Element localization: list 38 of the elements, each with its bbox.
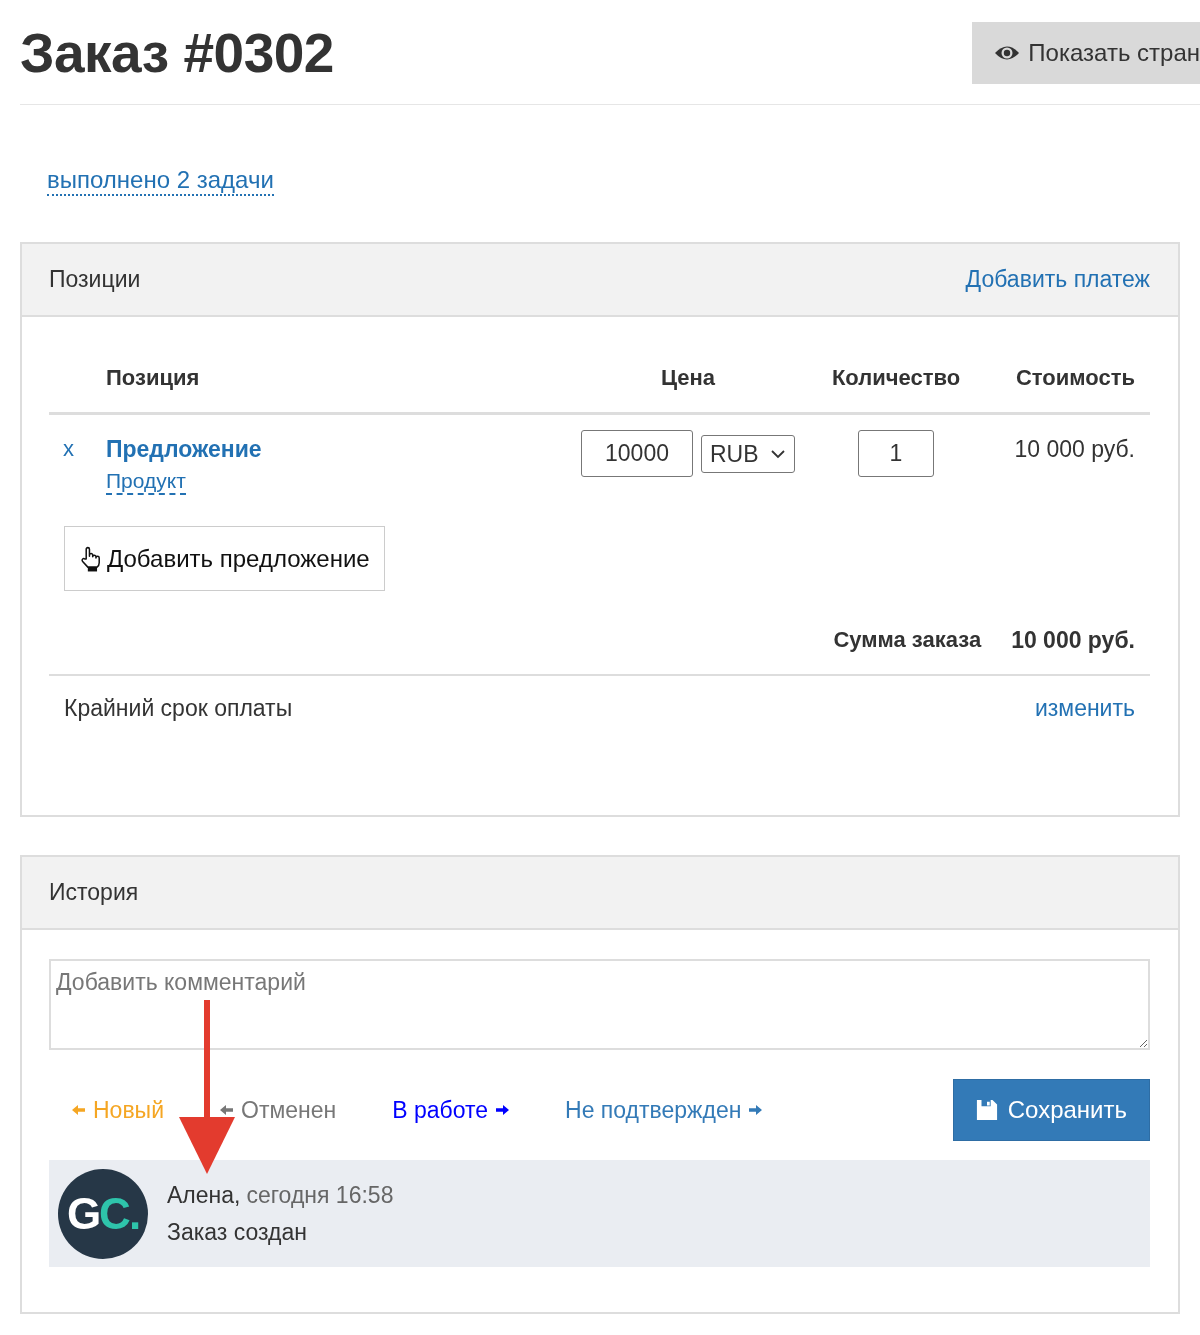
status-link[interactable]: Не подтвержден xyxy=(565,1096,763,1124)
column-header: Позиция xyxy=(106,365,201,391)
item-name-link[interactable]: Предложение xyxy=(106,436,262,462)
remove-link[interactable]: x xyxy=(63,436,74,462)
add-offer-button[interactable]: Добавить предложение xyxy=(64,526,385,591)
panel-title: Позиции xyxy=(49,266,141,293)
eye-icon xyxy=(994,44,1021,62)
total-label: Сумма заказа xyxy=(833,626,982,654)
total-value: 10 000 руб. xyxy=(1011,626,1135,654)
comment-time: сегодня 16:58 xyxy=(246,1182,394,1208)
comment-text: Заказ создан xyxy=(167,1219,308,1245)
status-link[interactable]: В работе xyxy=(392,1096,510,1124)
column-header: Стоимость xyxy=(1015,365,1136,391)
tasks-link[interactable]: выполнено 2 задачи xyxy=(47,166,274,196)
page-title: Заказ #0302 xyxy=(20,22,334,84)
change-link[interactable]: изменить xyxy=(1034,694,1135,722)
comment-field[interactable]: Добавить комментарий xyxy=(49,959,1150,1050)
price-input[interactable]: 10000 xyxy=(581,430,693,477)
pointing-hand-icon xyxy=(79,545,101,572)
deadline-label: Крайний срок оплаты xyxy=(64,694,293,722)
column-header: Цена xyxy=(659,365,717,391)
cost-value: 10 000 руб. xyxy=(1014,436,1135,462)
quantity-input[interactable]: 1 xyxy=(858,430,934,477)
item-type-link[interactable]: Продукт xyxy=(106,469,186,495)
status-link[interactable]: Отменен xyxy=(220,1096,337,1124)
right-arrow-icon xyxy=(496,1105,510,1115)
add-payment-link[interactable]: Добавить платеж xyxy=(965,266,1150,293)
show-page-button[interactable]: Показать стран xyxy=(972,22,1200,84)
comment-author: Алена, xyxy=(167,1182,241,1208)
currency-select[interactable]: RUB xyxy=(701,435,795,473)
panel-title: История xyxy=(49,879,139,906)
column-header: Количество xyxy=(830,365,962,391)
caret-icon xyxy=(770,449,786,459)
left-arrow-icon xyxy=(72,1105,85,1115)
right-arrow-icon xyxy=(749,1105,763,1115)
left-arrow-icon xyxy=(220,1105,233,1115)
save-button[interactable]: Сохранить xyxy=(952,1079,1150,1141)
avatar-initials: GC. xyxy=(66,1190,140,1238)
